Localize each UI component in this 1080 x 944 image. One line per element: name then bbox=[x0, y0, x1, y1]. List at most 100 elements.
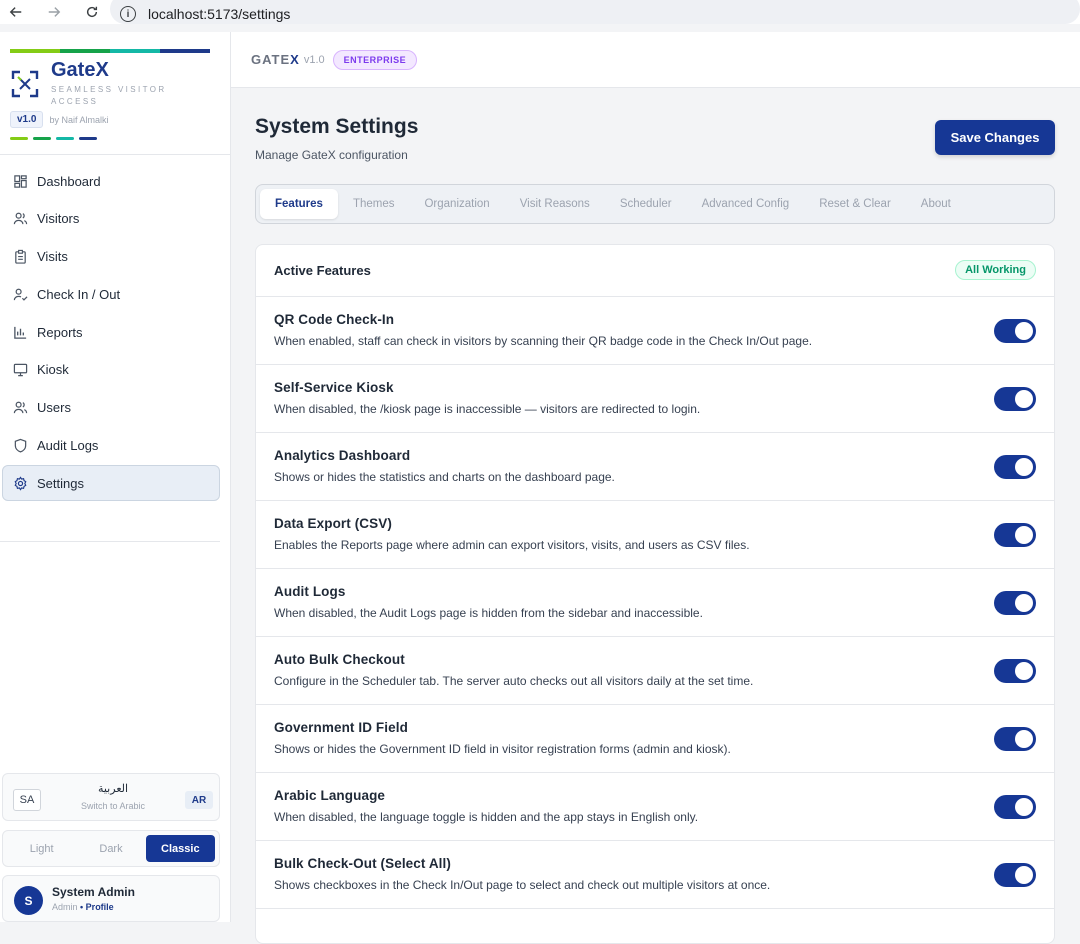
edition-badge: ENTERPRISE bbox=[332, 49, 418, 70]
avatar: S bbox=[14, 886, 43, 915]
sidebar-item-kiosk[interactable]: Kiosk bbox=[2, 352, 220, 388]
header-brand-prefix: GATE bbox=[251, 52, 291, 67]
theme-classic-option[interactable]: Classic bbox=[145, 835, 215, 862]
toggle-knob bbox=[1015, 730, 1033, 748]
user-name: System Admin bbox=[52, 885, 135, 899]
feature-description: Enables the Reports page where admin can… bbox=[274, 538, 750, 552]
feature-description: When disabled, the language toggle is hi… bbox=[274, 810, 699, 824]
page-subtitle: Manage GateX configuration bbox=[255, 148, 408, 162]
profile-link[interactable]: • Profile bbox=[80, 902, 114, 912]
bar-chart-icon bbox=[13, 325, 28, 340]
feature-toggle[interactable] bbox=[994, 659, 1036, 683]
sidebar-item-settings[interactable]: Settings bbox=[2, 465, 220, 502]
feature-toggle[interactable] bbox=[994, 727, 1036, 751]
user-profile-card[interactable]: S System Admin Admin • Profile bbox=[2, 875, 220, 922]
sidebar-item-audit-logs[interactable]: Audit Logs bbox=[2, 428, 220, 464]
tab-visit-reasons[interactable]: Visit Reasons bbox=[505, 189, 605, 219]
feature-row-data-export: Data Export (CSV) Enables the Reports pa… bbox=[256, 501, 1054, 569]
browser-toolbar: i localhost:5173/settings bbox=[0, 0, 1080, 24]
feature-row-kiosk: Self-Service Kiosk When disabled, the /k… bbox=[256, 365, 1054, 433]
sidebar-item-reports[interactable]: Reports bbox=[2, 314, 220, 350]
feature-description: Shows or hides the statistics and charts… bbox=[274, 470, 615, 484]
toggle-knob bbox=[1015, 866, 1033, 884]
feature-toggle[interactable] bbox=[994, 863, 1036, 887]
feature-toggle[interactable] bbox=[994, 455, 1036, 479]
sidebar-item-check-in-out[interactable]: Check In / Out bbox=[2, 276, 220, 312]
sidebar-item-dashboard[interactable]: Dashboard bbox=[2, 163, 220, 199]
language-switcher[interactable]: SA العربية Switch to Arabic AR bbox=[2, 773, 220, 821]
sidebar-nav: Dashboard Visitors Visits Check In / Out… bbox=[2, 163, 220, 503]
toggle-knob bbox=[1015, 526, 1033, 544]
feature-row-audit-logs: Audit Logs When disabled, the Audit Logs… bbox=[256, 569, 1054, 637]
theme-light-option[interactable]: Light bbox=[7, 835, 76, 862]
sidebar-item-label: Visitors bbox=[37, 211, 80, 227]
language-switch-label: Switch to Arabic bbox=[80, 801, 146, 811]
main-content: System Settings Manage GateX configurati… bbox=[231, 88, 1080, 944]
tab-about[interactable]: About bbox=[906, 189, 966, 219]
feature-toggle[interactable] bbox=[994, 319, 1036, 343]
sidebar-item-label: Audit Logs bbox=[37, 438, 99, 454]
feature-description: When enabled, staff can check in visitor… bbox=[274, 334, 813, 348]
site-info-icon[interactable]: i bbox=[120, 6, 136, 22]
forward-arrow-icon[interactable] bbox=[44, 2, 64, 22]
back-arrow-icon[interactable] bbox=[6, 2, 26, 22]
feature-description: When disabled, the Audit Logs page is hi… bbox=[274, 606, 703, 620]
feature-name: Self-Service Kiosk bbox=[274, 380, 394, 395]
sidebar-item-visitors[interactable]: Visitors bbox=[2, 201, 220, 237]
tab-reset-clear[interactable]: Reset & Clear bbox=[804, 189, 906, 219]
feature-name: Arabic Language bbox=[274, 788, 386, 803]
url-text: localhost:5173/settings bbox=[148, 6, 291, 22]
dashboard-icon bbox=[13, 174, 28, 189]
tab-organization[interactable]: Organization bbox=[409, 189, 504, 219]
reload-icon[interactable] bbox=[82, 2, 102, 22]
feature-toggle[interactable] bbox=[994, 387, 1036, 411]
monitor-icon bbox=[13, 362, 28, 377]
sidebar-item-label: Reports bbox=[37, 324, 83, 340]
card-title: Active Features bbox=[274, 263, 371, 278]
sidebar-item-visits[interactable]: Visits bbox=[2, 239, 220, 275]
feature-row-auto-bulk-checkout: Auto Bulk Checkout Configure in the Sche… bbox=[256, 637, 1054, 705]
feature-name: Audit Logs bbox=[274, 584, 346, 599]
language-code-badge: AR bbox=[185, 791, 213, 809]
theme-dark-option[interactable]: Dark bbox=[76, 835, 145, 862]
feature-row-arabic-language: Arabic Language When disabled, the langu… bbox=[256, 773, 1054, 841]
user-check-icon bbox=[13, 287, 28, 302]
top-header: GATEX v1.0 ENTERPRISE bbox=[231, 32, 1080, 88]
settings-tabs: Features Themes Organization Visit Reaso… bbox=[255, 184, 1055, 224]
feature-row-government-id: Government ID Field Shows or hides the G… bbox=[256, 705, 1054, 773]
sidebar-item-label: Dashboard bbox=[37, 173, 101, 189]
toggle-knob bbox=[1015, 390, 1033, 408]
brand-tagline: SEAMLESS VISITOR ACCESS bbox=[51, 85, 167, 106]
feature-toggle[interactable] bbox=[994, 523, 1036, 547]
theme-switcher: Light Dark Classic bbox=[2, 830, 220, 867]
page-title: System Settings bbox=[255, 115, 419, 138]
tab-features[interactable]: Features bbox=[260, 189, 338, 219]
language-name: العربية bbox=[97, 783, 129, 795]
sidebar-item-label: Kiosk bbox=[37, 362, 69, 378]
feature-description: When disabled, the /kiosk page is inacce… bbox=[274, 402, 701, 416]
user-role-text: Admin bbox=[52, 902, 78, 912]
feature-toggle[interactable] bbox=[994, 591, 1036, 615]
version-badge: v1.0 bbox=[10, 111, 44, 128]
active-features-card: Active Features All Working QR Code Chec… bbox=[255, 244, 1055, 944]
feature-name: Analytics Dashboard bbox=[274, 448, 411, 463]
sidebar-item-users[interactable]: Users bbox=[2, 390, 220, 426]
save-changes-button[interactable]: Save Changes bbox=[935, 120, 1055, 155]
flag-sa-icon: SA bbox=[13, 789, 41, 811]
tab-scheduler[interactable]: Scheduler bbox=[605, 189, 687, 219]
divider bbox=[0, 541, 220, 542]
address-bar[interactable]: i localhost:5173/settings bbox=[110, 0, 1080, 24]
sidebar-item-label: Visits bbox=[37, 249, 68, 265]
feature-toggle[interactable] bbox=[994, 795, 1036, 819]
clipboard-icon bbox=[13, 249, 28, 264]
tab-advanced-config[interactable]: Advanced Config bbox=[687, 189, 805, 219]
users-icon bbox=[13, 400, 28, 415]
status-badge: All Working bbox=[955, 260, 1036, 280]
toggle-knob bbox=[1015, 662, 1033, 680]
gatex-logo-icon bbox=[10, 69, 40, 99]
mini-stripes bbox=[10, 137, 210, 140]
users-icon bbox=[13, 211, 28, 226]
header-brand: GATEX bbox=[251, 52, 300, 67]
tab-themes[interactable]: Themes bbox=[338, 189, 410, 219]
feature-name: Government ID Field bbox=[274, 720, 408, 735]
